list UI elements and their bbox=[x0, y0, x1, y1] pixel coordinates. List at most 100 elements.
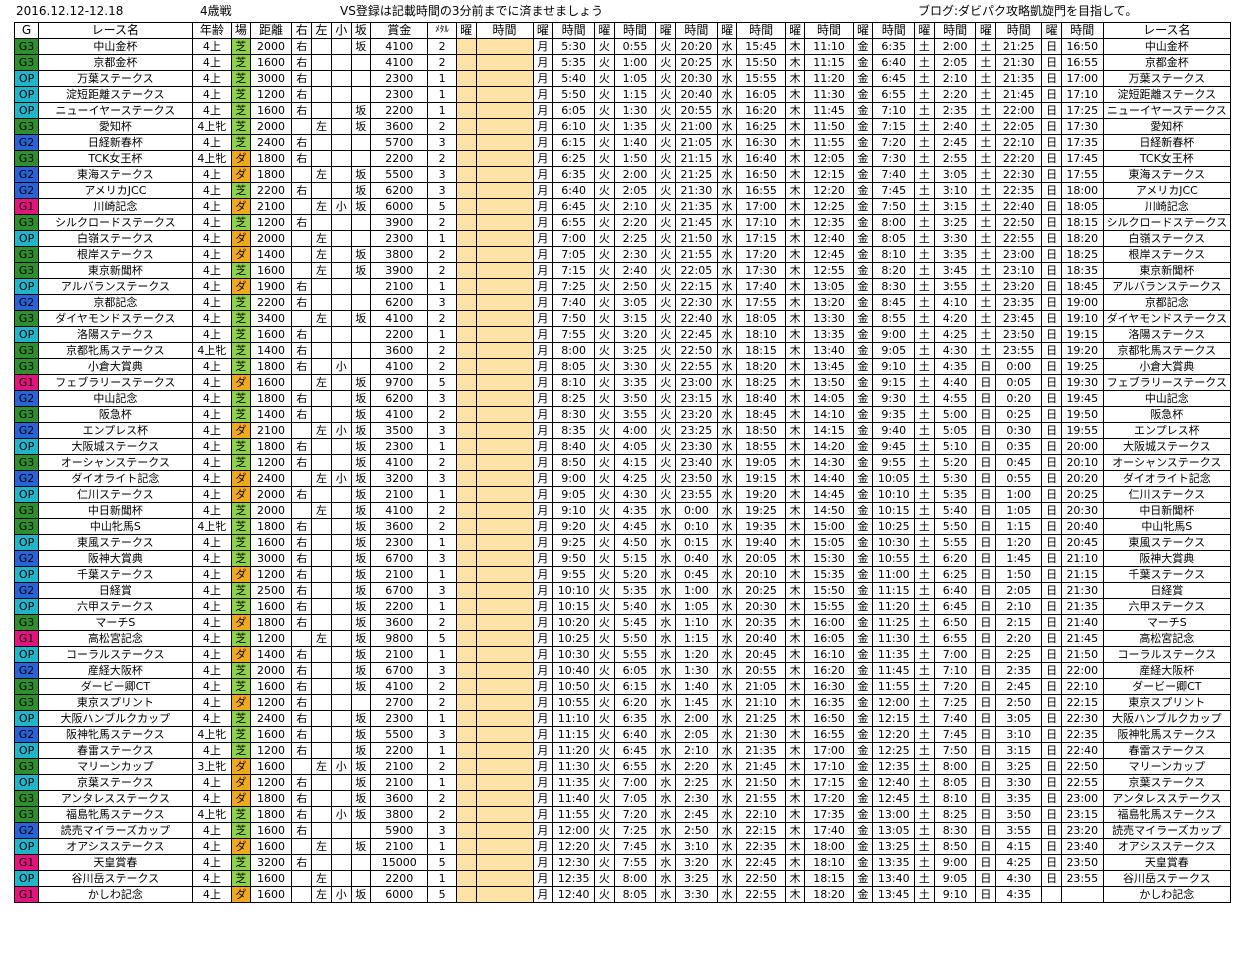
left-turn-cell bbox=[311, 486, 332, 503]
time-cell: 19:05 bbox=[736, 454, 786, 471]
right-turn-cell: 右 bbox=[291, 390, 313, 407]
table-row[interactable]: OP 千葉ステークス 4上ダ 1200 右坂 2100 1 月 9:55 火 5:20 水 0:45 水 2… bbox=[13, 566, 1232, 583]
table-row[interactable]: OP 仁川ステークス 4上ダ 2000 右坂 2100 1 月 9:05 火 4:30 火 23:55 水… bbox=[13, 486, 1232, 503]
race-name-right: 中日新聞杯 bbox=[1102, 502, 1232, 519]
table-row[interactable]: G3 中山牝馬S 4上牝芝 1800 右坂 3600 2 月 9:20 火 4:45 水 0:10 水 19… bbox=[13, 518, 1232, 535]
hill-cell: 坂 bbox=[350, 102, 372, 119]
day-cell: 月 bbox=[532, 70, 554, 87]
day-cell: 日 bbox=[975, 358, 997, 375]
day-cell: 土 bbox=[914, 838, 935, 855]
table-row[interactable]: G3 中日新聞杯 4上芝 2000 左坂 4100 2 月 9:10 火 4:35 水 0:00 水 19:… bbox=[13, 502, 1232, 519]
time-cell: 23:00 bbox=[995, 246, 1043, 263]
age-cell: 4上 bbox=[191, 678, 233, 695]
table-row[interactable]: G3 TCK女王杯 4上牝ダ 1800 右 2200 2 月 6:25 火 1:50 火 21:15 水 1… bbox=[13, 150, 1232, 167]
table-row[interactable]: G2 エンプレス杯 4上ダ 2100 左小坂 3500 3 月 8:35 火 4:00 火 23:25 水… bbox=[13, 422, 1232, 439]
medal-cell: 5 bbox=[427, 374, 457, 391]
day-cell: 日 bbox=[1041, 54, 1062, 71]
table-row[interactable]: OP ニューイヤーステークス 4上芝 1600 右坂 2200 1 月 6:05 火 1:30 火 20… bbox=[13, 102, 1232, 119]
table-row[interactable]: OP 白嶺ステークス 4上ダ 2000 左 2300 1 月 7:00 火 2:25 火 21:50 水 1… bbox=[13, 230, 1232, 247]
table-row[interactable]: G3 京都牝馬ステークス 4上牝芝 1400 右 3600 2 月 8:00 火 3:25 火 22:5… bbox=[13, 342, 1232, 359]
table-row[interactable]: G1 かしわ記念 4上ダ 1600 左小坂 6000 5 月 12:40 火 8:05 水 3:30 水 2… bbox=[13, 886, 1232, 903]
table-row[interactable]: G3 マリーンカップ 3上牝ダ 1600 左小坂 2100 2 月 11:30 火 6:55 水 2:2… bbox=[13, 758, 1232, 775]
day-cell: 水 bbox=[655, 502, 677, 519]
table-row[interactable]: OP 淀短距離ステークス 4上芝 1200 右 2300 1 月 5:50 火 1:15 火 20:40… bbox=[13, 86, 1232, 103]
day-cell: 火 bbox=[593, 470, 615, 487]
race-name: 東京新聞杯 bbox=[38, 262, 193, 279]
right-turn-cell: 右 bbox=[291, 454, 313, 471]
table-row[interactable]: G1 フェブラリーステークス 4上ダ 1600 左坂 9700 5 月 8:10 火 3:35 火 23… bbox=[13, 374, 1232, 391]
table-row[interactable]: G3 アンタレスステークス 4上ダ 1800 右坂 3600 2 月 11:40 火 7:05 水 2:… bbox=[13, 790, 1232, 807]
left-turn-cell bbox=[311, 438, 332, 455]
table-row[interactable]: G2 阪神大賞典 4上芝 3000 右坂 6700 3 月 9:50 火 5:15 水 0:40 水 20:… bbox=[13, 550, 1232, 567]
table-row[interactable]: G3 福島牝馬ステークス 4上牝芝 1800 右小坂 3800 2 月 11:55 火 7:20 水 2… bbox=[13, 806, 1232, 823]
table-row[interactable]: G3 東京スプリント 4上ダ 1200 右 2700 2 月 10:55 火 6:20 水 1:45 水 2… bbox=[13, 694, 1232, 711]
table-row[interactable]: G3 愛知杯 4上牝芝 2000 左坂 3600 2 月 6:10 火 1:35 火 21:00 水 16:… bbox=[13, 118, 1232, 135]
table-row[interactable]: OP 洛陽ステークス 4上芝 1600 右 2200 1 月 7:55 火 3:20 火 22:45 水 1… bbox=[13, 326, 1232, 343]
table-row[interactable]: G1 天皇賞春 4上芝 3200 右 15000 5 月 12:30 火 7:55 水 3:20 水 22:… bbox=[13, 854, 1232, 871]
table-row[interactable]: OP 大阪ハンブルクカップ 4上芝 2400 右坂 2300 1 月 11:10 火 6:35 水 2:… bbox=[13, 710, 1232, 727]
left-turn-cell bbox=[311, 742, 332, 759]
day-cell: 火 bbox=[593, 710, 615, 727]
day-cell: 金 bbox=[852, 694, 874, 711]
left-turn-cell bbox=[311, 598, 332, 615]
race-name: 万葉ステークス bbox=[38, 70, 193, 87]
table-row[interactable]: G3 小倉大賞典 4上芝 1800 右小 4100 2 月 8:05 火 3:30 火 22:55 水 18… bbox=[13, 358, 1232, 375]
day-cell: 火 bbox=[655, 454, 677, 471]
day-cell: 火 bbox=[593, 342, 615, 359]
table-row[interactable]: G2 京都記念 4上芝 2200 右 6200 3 月 7:40 火 3:05 火 22:30 水 17:5… bbox=[13, 294, 1232, 311]
medal-cell: 3 bbox=[427, 134, 457, 151]
table-row[interactable]: OP 谷川岳ステークス 4上芝 1600 左 2200 1 月 12:35 火 8:00 水 3:25 水… bbox=[13, 870, 1232, 887]
time-cell: 6:45 bbox=[872, 70, 916, 87]
table-row[interactable]: G2 アメリカJCC 4上芝 2200 右坂 6200 3 月 6:40 火 2:05 火 21:30 水… bbox=[13, 182, 1232, 199]
table-row[interactable]: G3 中山金杯 4上芝 2000 右坂 4100 2 月 5:30 火 0:55 火 20:20 水 15:… bbox=[13, 38, 1232, 55]
time-cell: 22:50 bbox=[736, 870, 786, 887]
surface-cell: ダ bbox=[231, 694, 251, 711]
table-row[interactable]: OP 東風ステークス 4上芝 1600 右坂 2300 1 月 9:25 火 4:50 水 0:15 水 1… bbox=[13, 534, 1232, 551]
table-row[interactable]: OP 京葉ステークス 4上ダ 1200 右坂 2100 1 月 11:35 火 7:00 水 2:25 水… bbox=[13, 774, 1232, 791]
table-row[interactable]: G3 ダービー卿CT 4上芝 1600 右坂 4100 2 月 10:50 火 6:15 水 1:40 水… bbox=[13, 678, 1232, 695]
table-row[interactable]: G2 中山記念 4上芝 1800 右坂 6200 3 月 8:25 火 3:50 火 23:15 水 18:… bbox=[13, 390, 1232, 407]
table-row[interactable]: G2 日経賞 4上芝 2500 右坂 6700 3 月 10:10 火 5:35 水 1:00 水 20:2… bbox=[13, 582, 1232, 599]
age-cell: 4上 bbox=[191, 38, 233, 55]
table-row[interactable]: G2 東海ステークス 4上ダ 1800 左坂 5500 3 月 6:35 火 2:00 火 21:25 水… bbox=[13, 166, 1232, 183]
table-row[interactable]: G2 日経新春杯 4上芝 2400 右 5700 3 月 6:15 火 1:40 火 21:05 水 16:… bbox=[13, 134, 1232, 151]
table-row[interactable]: G2 阪神牝馬ステークス 4上牝芝 1600 右坂 5500 3 月 11:15 火 6:40 水 2:… bbox=[13, 726, 1232, 743]
table-row[interactable]: G3 マーチS 4上ダ 1800 右坂 3600 2 月 10:20 火 5:45 水 1:10 水 20:… bbox=[13, 614, 1232, 631]
table-row[interactable]: G2 読売マイラーズカップ 4上芝 1600 右 5900 3 月 12:00 火 7:25 水 2:5… bbox=[13, 822, 1232, 839]
prize-cell: 4100 bbox=[370, 454, 429, 471]
table-row[interactable]: G3 シルクロードステークス 4上芝 1200 右 3900 2 月 6:55 火 2:20 火 21:… bbox=[13, 214, 1232, 231]
table-row[interactable]: G3 京都金杯 4上芝 1600 右 4100 2 月 5:35 火 1:00 火 20:25 水 15:5… bbox=[13, 54, 1232, 71]
day-cell: 月 bbox=[532, 614, 554, 631]
table-row[interactable]: G1 川崎記念 4上ダ 2100 左小坂 6000 5 月 6:45 火 2:10 火 21:35 水 17… bbox=[13, 198, 1232, 215]
time-cell: 3:30 bbox=[933, 230, 977, 247]
table-row[interactable]: OP オアシスステークス 4上ダ 1600 左坂 2100 1 月 12:20 火 7:45 水 3:1… bbox=[13, 838, 1232, 855]
day-cell bbox=[455, 870, 477, 887]
table-row[interactable]: G3 オーシャンステークス 4上芝 1200 右坂 4100 2 月 8:50 火 4:15 火 23:… bbox=[13, 454, 1232, 471]
table-row[interactable]: G1 高松宮記念 4上芝 1200 左坂 9800 5 月 10:25 火 5:50 水 1:15 水 20… bbox=[13, 630, 1232, 647]
day-cell: 土 bbox=[975, 102, 997, 119]
day-cell: 土 bbox=[914, 582, 935, 599]
day-cell: 水 bbox=[716, 646, 738, 663]
table-row[interactable]: G3 根岸ステークス 4上ダ 1400 左坂 3800 2 月 7:05 火 2:30 火 21:55 水… bbox=[13, 246, 1232, 263]
table-row[interactable]: G2 産経大阪杯 4上芝 2000 右坂 6700 3 月 10:40 火 6:05 水 1:30 水 20… bbox=[13, 662, 1232, 679]
time-cell: 19:55 bbox=[1060, 422, 1104, 439]
table-row[interactable]: G3 東京新聞杯 4上芝 1600 左坂 3900 2 月 7:15 火 2:40 火 22:05 水 17… bbox=[13, 262, 1232, 279]
time-cell: 12:00 bbox=[552, 822, 595, 839]
day-cell bbox=[455, 38, 477, 55]
table-row[interactable]: OP コーラルステークス 4上ダ 1400 右坂 2100 1 月 10:30 火 5:55 水 1:2… bbox=[13, 646, 1232, 663]
table-row[interactable]: OP 六甲ステークス 4上芝 1600 右坂 2200 1 月 10:15 火 5:40 水 1:05 水… bbox=[13, 598, 1232, 615]
table-row[interactable]: OP 春雷ステークス 4上芝 1200 右坂 2200 1 月 11:20 火 6:45 水 2:10 水… bbox=[13, 742, 1232, 759]
table-row[interactable]: OP 万葉ステークス 4上芝 3000 右 2300 1 月 5:40 火 1:05 火 20:30 水 1… bbox=[13, 70, 1232, 87]
table-row[interactable]: OP 大阪城ステークス 4上芝 1800 右坂 2300 1 月 8:40 火 4:05 火 23:30… bbox=[13, 438, 1232, 455]
table-row[interactable]: G2 ダイオライト記念 4上ダ 2400 左小坂 3200 3 月 9:00 火 4:25 火 23:5… bbox=[13, 470, 1232, 487]
time-cell: 11:15 bbox=[872, 582, 916, 599]
medal-cell: 1 bbox=[427, 742, 457, 759]
right-turn-cell: 右 bbox=[291, 854, 313, 871]
table-row[interactable]: G3 ダイヤモンドステークス 4上芝 3400 左坂 4100 2 月 7:50 火 3:15 火 22… bbox=[13, 310, 1232, 327]
table-row[interactable]: OP アルバランステークス 4上ダ 1900 右 2100 1 月 7:25 火 2:50 火 22:1… bbox=[13, 278, 1232, 295]
table-row[interactable]: G3 阪急杯 4上芝 1400 右坂 4100 2 月 8:30 火 3:55 火 23:20 水 18:4… bbox=[13, 406, 1232, 423]
time-cell bbox=[475, 518, 534, 535]
time-cell: 23:15 bbox=[675, 390, 718, 407]
distance-cell: 1800 bbox=[249, 614, 293, 631]
day-cell: 金 bbox=[852, 822, 874, 839]
